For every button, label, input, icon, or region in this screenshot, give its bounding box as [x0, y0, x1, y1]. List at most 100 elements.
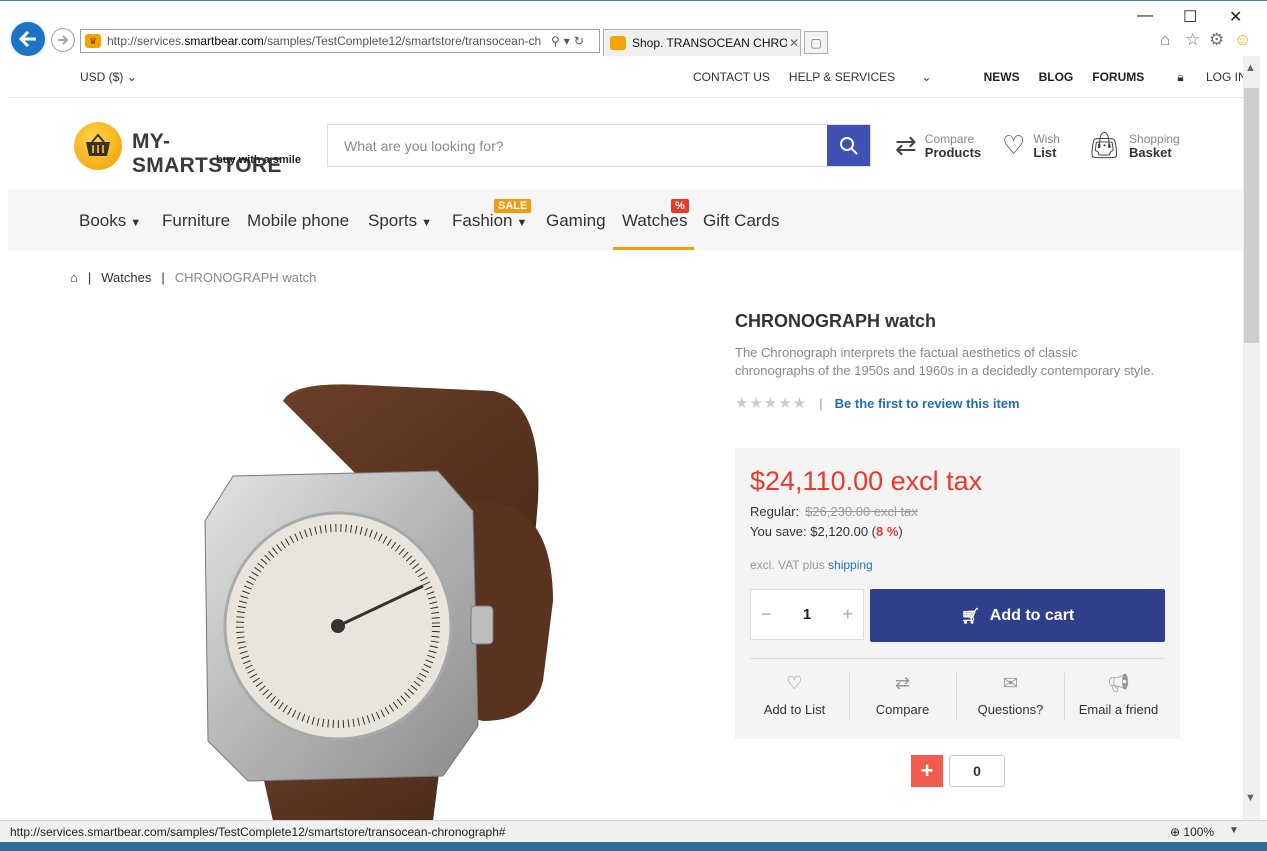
close-tab-icon[interactable]: ✕ [789, 36, 799, 50]
increase-quantity-button[interactable]: + [842, 604, 853, 625]
regular-price-row: Regular: $26,230.00 excl tax [750, 504, 918, 519]
scroll-up-icon[interactable]: ▲ [1245, 62, 1256, 74]
savings-row: You save: $2,120.00 (8 %) [750, 524, 903, 539]
quantity-stepper: − 1 + [750, 589, 864, 640]
regular-price: $26,230.00 excl tax [805, 504, 918, 519]
caret-down-icon: ▼ [516, 217, 528, 229]
site-favicon-icon: ♛ [85, 34, 101, 48]
watch-crown [470, 605, 494, 645]
new-tab-button[interactable]: ▢ [804, 31, 828, 54]
web-page: USD ($) ⌄ CONTACT US HELP & SERVICES ⌄ N… [8, 56, 1243, 820]
basket-logo-icon [74, 122, 122, 170]
add-to-cart-button[interactable]: 🛒︎ Add to cart [870, 589, 1165, 642]
settings-gear-icon[interactable]: ⚙ [1209, 30, 1224, 50]
smiley-feedback-icon[interactable]: ☺ [1234, 30, 1251, 50]
dropdown-icon[interactable]: ▾ [564, 34, 570, 48]
category-books[interactable]: Books ▼ [79, 211, 141, 231]
search-icon[interactable]: ⚲ [551, 34, 560, 48]
wish-list-button[interactable]: ♡ Wish List [1002, 130, 1060, 161]
arrow-right-icon [58, 35, 69, 45]
discount-badge: % [671, 199, 689, 213]
write-review-link[interactable]: Be the first to review this item [835, 396, 1020, 411]
compare-arrows-icon: ⇄ [894, 673, 911, 693]
questions-button[interactable]: ✉ Questions? [957, 673, 1064, 717]
address-bar[interactable]: ♛ http://services.smartbear.com/samples/… [80, 29, 600, 53]
email-friend-button[interactable]: 📢︎ Email a friend [1065, 673, 1172, 717]
search-box [327, 124, 871, 167]
zoom-icon: ⊕ [1170, 825, 1181, 839]
currency-selector[interactable]: USD ($) ⌄ [80, 70, 137, 84]
add-to-list-button[interactable]: ♡ Add to List [741, 673, 848, 717]
blog-link[interactable]: BLOG [1039, 70, 1074, 85]
zoom-dropdown-icon[interactable]: ▼ [1229, 825, 1239, 836]
browser-tab[interactable]: Shop. TRANSOCEAN CHRO... ✕ [603, 29, 801, 56]
close-window-icon[interactable]: ✕ [1229, 7, 1242, 27]
category-fashion[interactable]: Fashion ▼ [452, 211, 527, 231]
tab-title: Shop. TRANSOCEAN CHRO... [632, 36, 787, 50]
forward-button[interactable] [51, 28, 75, 52]
product-image[interactable] [193, 381, 563, 820]
lock-icon: 🔒︎ [1177, 70, 1184, 84]
home-icon[interactable]: ⌂ [1160, 30, 1170, 50]
decrease-quantity-button[interactable]: − [761, 604, 772, 625]
search-input[interactable] [328, 125, 827, 166]
sale-badge: SALE [494, 199, 532, 213]
caret-down-icon: ▼ [130, 217, 142, 229]
share-count: 0 [949, 755, 1005, 787]
compare-button[interactable]: ⇄ Compare [849, 673, 956, 717]
breadcrumb-watches[interactable]: Watches [101, 270, 151, 285]
taskbar-edge [0, 842, 1267, 851]
refresh-icon[interactable]: ↻ [574, 34, 584, 48]
favorites-star-icon[interactable]: ☆ [1185, 30, 1200, 50]
utility-bar: USD ($) ⌄ CONTACT US HELP & SERVICES ⌄ N… [8, 56, 1243, 98]
minimize-icon[interactable]: — [1137, 7, 1153, 25]
back-button[interactable] [9, 20, 47, 58]
share-plus-button[interactable]: + [911, 755, 943, 787]
home-icon[interactable]: ⌂ [70, 270, 78, 285]
category-gaming[interactable]: Gaming [546, 211, 606, 231]
product-info: CHRONOGRAPH watch The Chronograph interp… [735, 311, 1180, 412]
search-button[interactable] [827, 125, 870, 166]
tab-favicon-icon [610, 36, 626, 50]
store-logo[interactable]: MY-SMARTSTORE buy with a smile [74, 122, 314, 177]
envelope-icon: ✉ [1002, 673, 1019, 693]
product-title: CHRONOGRAPH watch [735, 311, 937, 331]
cart-icon: 🛒︎ [960, 607, 980, 625]
maximize-icon[interactable]: ☐ [1183, 7, 1197, 27]
contact-us-link[interactable]: CONTACT US [693, 70, 770, 85]
breadcrumb: ⌂ | Watches | CHRONOGRAPH watch [70, 270, 317, 285]
chevron-down-icon: ⌄ [921, 70, 932, 84]
news-link[interactable]: NEWS [984, 70, 1020, 85]
caret-down-icon: ▼ [421, 217, 433, 229]
vertical-scrollbar[interactable]: ▲ ▼ [1243, 56, 1260, 820]
login-link[interactable]: 🔒︎ LOG IN [1177, 70, 1243, 85]
scroll-down-icon[interactable]: ▼ [1245, 792, 1256, 804]
category-furniture[interactable]: Furniture [162, 211, 230, 231]
compare-arrows-icon: ⇄ [895, 130, 917, 160]
quantity-input[interactable]: 1 [803, 606, 811, 623]
compare-products-button[interactable]: ⇄ Compare Products [895, 130, 981, 161]
category-sports[interactable]: Sports ▼ [368, 211, 432, 231]
heart-icon: ♡ [786, 673, 803, 693]
zoom-level[interactable]: ⊕ 100% [1170, 825, 1214, 839]
divider [750, 658, 1165, 659]
new-tab-icon: ▢ [810, 35, 822, 50]
shopping-bag-icon: 👜︎ [1088, 130, 1122, 160]
help-services-menu[interactable]: HELP & SERVICES ⌄ [789, 70, 951, 85]
scrollbar-thumb[interactable] [1244, 88, 1259, 343]
browser-window: ♛ http://services.smartbear.com/samples/… [0, 0, 1267, 851]
status-url: http://services.smartbear.com/samples/Te… [10, 825, 506, 839]
share-widget: + 0 [911, 755, 1005, 787]
forums-link[interactable]: FORUMS [1092, 70, 1144, 85]
rating-row: ★★★★★ | Be the first to review this item [735, 395, 1020, 412]
category-mobile-phone[interactable]: Mobile phone [247, 211, 349, 231]
shopping-basket-button[interactable]: 👜︎ Shopping Basket [1088, 130, 1180, 161]
watch-hub [331, 619, 345, 633]
category-gift-cards[interactable]: Gift Cards [703, 211, 780, 231]
arrow-left-icon [18, 30, 36, 48]
address-url: http://services.smartbear.com/samples/Te… [107, 34, 542, 48]
shipping-link[interactable]: shipping [828, 558, 873, 572]
price-box: $24,110.00 excl tax Regular: $26,230.00 e… [735, 448, 1180, 739]
category-watches[interactable]: Watches [622, 211, 688, 231]
rating-stars-icon: ★★★★★ [735, 395, 808, 412]
